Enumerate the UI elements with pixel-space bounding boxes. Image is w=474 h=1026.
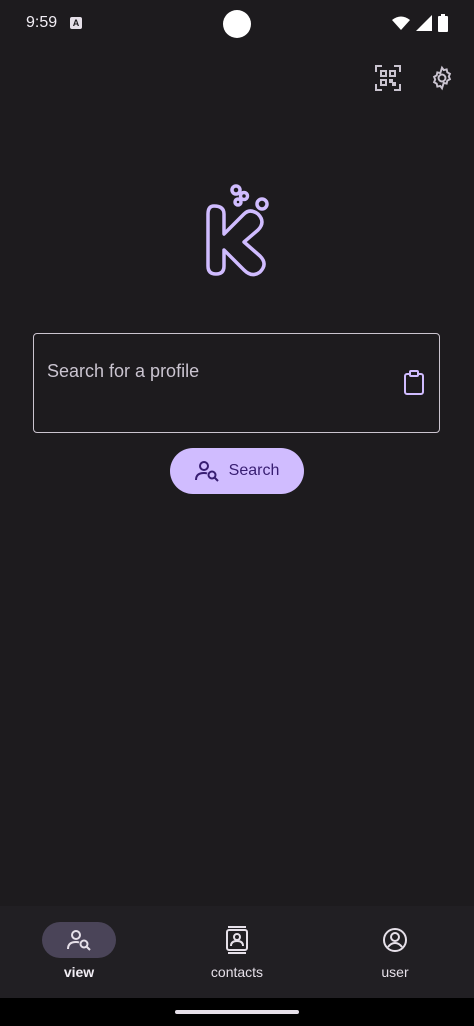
nav-label-contacts: contacts bbox=[210, 964, 264, 980]
gear-icon bbox=[432, 65, 452, 91]
qr-scan-button[interactable] bbox=[370, 60, 406, 96]
search-placeholder: Search for a profile bbox=[47, 361, 200, 381]
top-actions bbox=[370, 60, 460, 96]
status-bar: 9:59 A bbox=[0, 0, 474, 48]
wifi-icon bbox=[392, 16, 410, 30]
notification-icon: A bbox=[70, 17, 82, 29]
qr-scan-icon bbox=[375, 65, 401, 91]
paste-button[interactable] bbox=[403, 370, 425, 401]
person-search-icon bbox=[67, 930, 91, 951]
nav-item-user[interactable]: user bbox=[316, 906, 474, 998]
nav-item-view[interactable]: view bbox=[0, 906, 158, 998]
search-input[interactable]: Search for a profile bbox=[33, 333, 440, 433]
settings-button[interactable] bbox=[424, 60, 460, 96]
nav-label-view: view bbox=[63, 964, 95, 980]
person-search-icon bbox=[194, 461, 219, 482]
status-icons bbox=[392, 14, 448, 32]
clipboard-icon bbox=[404, 370, 424, 395]
nav-pill bbox=[42, 922, 116, 958]
search-button-label: Search bbox=[228, 462, 280, 479]
status-time: 9:59 bbox=[26, 14, 58, 31]
bottom-navigation: view contacts user bbox=[0, 906, 474, 998]
gesture-bar bbox=[0, 998, 474, 1026]
nav-label-user: user bbox=[381, 964, 409, 980]
nav-pill bbox=[200, 922, 274, 958]
battery-icon bbox=[438, 14, 448, 32]
app-logo bbox=[206, 184, 269, 277]
search-button[interactable]: Search bbox=[170, 448, 304, 494]
account-circle-icon bbox=[383, 928, 407, 952]
nav-pill bbox=[358, 922, 432, 958]
camera-cutout bbox=[223, 10, 251, 38]
home-handle[interactable] bbox=[175, 1010, 299, 1014]
contacts-icon bbox=[226, 926, 248, 954]
nav-item-contacts[interactable]: contacts bbox=[158, 906, 316, 998]
signal-icon bbox=[416, 15, 432, 31]
